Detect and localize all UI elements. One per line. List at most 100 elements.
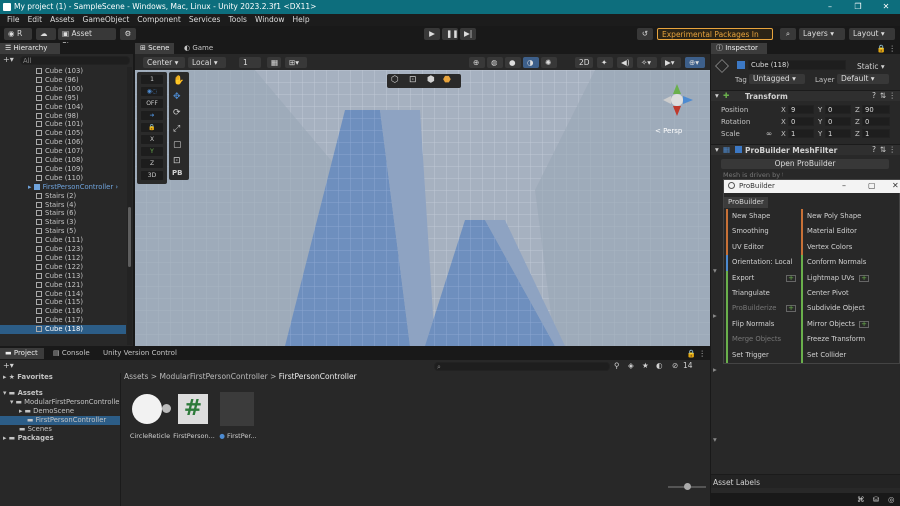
pb-action-center-pivot[interactable]: Center Pivot <box>801 286 897 302</box>
tree-item-fpc[interactable]: ▬ FirstPersonController <box>0 416 120 426</box>
expand-arrow-icon[interactable] <box>162 404 171 413</box>
move-tool-button[interactable]: ✥ <box>173 92 181 102</box>
tree-item-modular[interactable]: ▾ ▬ ModularFirstPersonControlle <box>10 398 119 407</box>
hierarchy-row[interactable]: Cube (104) <box>0 103 126 112</box>
tab-hierarchy[interactable]: ☰ Hierarchy <box>0 43 60 54</box>
help-icon[interactable]: ? <box>872 91 876 100</box>
lock-icon[interactable]: 🔒 <box>687 349 696 358</box>
pb-action-set-trigger[interactable]: Set Trigger <box>726 347 798 363</box>
hierarchy-row[interactable]: Cube (121) <box>0 281 126 290</box>
filter-type-icon[interactable]: ⚲ <box>614 361 620 370</box>
transform-header[interactable]: ▾ ✚ Transform ? ⇅ ⋮ <box>711 90 900 101</box>
breadcrumb-item[interactable]: ModularFirstPersonController <box>159 372 267 381</box>
hierarchy-row[interactable]: Stairs (4) <box>0 201 126 210</box>
pb-action-export[interactable]: Export + <box>726 270 798 286</box>
preset-icon[interactable]: ⇅ <box>880 91 886 100</box>
hierarchy-row[interactable]: Cube (96) <box>0 76 126 85</box>
hierarchy-scroll-thumb[interactable] <box>128 207 131 267</box>
effects-dropdown[interactable]: ✧▾ <box>637 57 657 68</box>
hierarchy-row[interactable]: Cube (106) <box>0 138 126 147</box>
hierarchy-row[interactable]: Cube (101) <box>0 120 126 129</box>
filter-label-icon[interactable]: ◈ <box>628 361 634 370</box>
breadcrumb-item[interactable]: FirstPersonController <box>279 372 357 381</box>
camera-dropdown[interactable]: ▶▾ <box>661 57 681 68</box>
kebab-menu-icon[interactable]: ⋮ <box>699 349 707 358</box>
hierarchy-row[interactable]: Cube (115) <box>0 298 126 307</box>
icon-size-slider[interactable] <box>668 483 706 490</box>
menu-assets[interactable]: Assets <box>46 14 78 26</box>
open-probuilder-button[interactable]: Open ProBuilder <box>721 159 889 169</box>
search-button[interactable]: ⌕ <box>780 28 796 40</box>
menu-help[interactable]: Help <box>289 14 314 26</box>
menu-edit[interactable]: Edit <box>24 14 47 26</box>
position-z-field[interactable]: 90 <box>862 105 890 114</box>
object-mode-icon[interactable]: ⬡ <box>391 75 399 85</box>
hierarchy-row[interactable]: ▸ FirstPersonController › <box>0 183 126 192</box>
preset-icon[interactable]: ⇅ <box>880 145 886 154</box>
hierarchy-row[interactable]: Stairs (3) <box>0 218 126 227</box>
scale-y-field[interactable]: 1 <box>825 129 851 138</box>
minimize-icon[interactable]: – <box>816 0 844 14</box>
component-menu-icon[interactable]: ⋮ <box>889 145 897 154</box>
pb-options-button[interactable]: + <box>786 274 796 282</box>
rect-tool-button[interactable]: ▢ <box>173 140 182 150</box>
layer-dropdown[interactable]: Default ▾ <box>837 74 889 84</box>
asset-store-button[interactable]: ▣ Asset Store ▾ <box>58 28 116 50</box>
hierarchy-search-input[interactable]: All <box>20 56 130 65</box>
pb-action-subdivide-object[interactable]: Subdivide Object <box>801 301 897 317</box>
breadcrumb-item[interactable]: Assets <box>124 372 148 381</box>
hierarchy-row[interactable]: Cube (114) <box>0 290 126 299</box>
transform-tool-button[interactable]: ⊡ <box>173 156 181 166</box>
close-icon[interactable]: ✕ <box>872 0 900 14</box>
menu-file[interactable]: File <box>3 14 24 26</box>
static-checkbox[interactable]: Static ▾ <box>857 62 885 71</box>
vertex-mode-icon[interactable]: ⊡ <box>409 75 417 85</box>
hierarchy-row[interactable]: Cube (116) <box>0 307 126 316</box>
pb-action-material-editor[interactable]: Material Editor <box>801 224 897 240</box>
pb-action-lightmap-uvs[interactable]: Lightmap UVs + <box>801 270 897 286</box>
menu-tools[interactable]: Tools <box>224 14 250 26</box>
asset-fpc-script[interactable]: # FirstPerson... <box>172 392 216 440</box>
hierarchy-row[interactable]: Cube (123) <box>0 245 126 254</box>
rotation-x-field[interactable]: 0 <box>788 117 814 126</box>
hierarchy-row[interactable]: Cube (109) <box>0 165 126 174</box>
hierarchy-row[interactable]: Cube (111) <box>0 236 126 245</box>
shading-shaded-button[interactable]: ● <box>505 57 521 68</box>
pb-action-conform-normals[interactable]: Conform Normals <box>801 255 897 271</box>
orientation-gizmo[interactable] <box>657 80 707 130</box>
layout-dropdown[interactable]: Layout ▾ <box>849 28 895 40</box>
face-mode-icon[interactable]: ⬣ <box>443 75 451 85</box>
hierarchy-row[interactable]: Stairs (2) <box>0 192 126 201</box>
pb-action-freeze-transform[interactable]: Freeze Transform <box>801 332 897 348</box>
pb-action-new-poly-shape[interactable]: New Poly Shape <box>801 209 897 225</box>
foldout-arrow-icon[interactable]: ▸ <box>713 311 717 320</box>
pb-action-probuilderize[interactable]: ProBuilderize + <box>726 301 798 317</box>
shading-wire-button[interactable]: ◍ <box>487 57 503 68</box>
hierarchy-row[interactable]: Stairs (6) <box>0 209 126 218</box>
rotation-y-field[interactable]: 0 <box>825 117 851 126</box>
close-icon[interactable]: ✕ <box>892 181 899 190</box>
hierarchy-row[interactable]: Cube (117) <box>0 316 126 325</box>
object-name-field[interactable]: Cube (118) <box>748 60 846 70</box>
hidden-packages-icon[interactable]: ◐ <box>656 361 663 370</box>
meshfilter-header[interactable]: ▾ ▦ ProBuilder MeshFilter ? ⇅ ⋮ <box>711 144 900 155</box>
menu-window[interactable]: Window <box>251 14 289 26</box>
scale-z-field[interactable]: 1 <box>862 129 890 138</box>
scale-x-field[interactable]: 1 <box>788 129 814 138</box>
foldout-arrow-icon[interactable]: ▾ <box>713 266 717 275</box>
progress-icon[interactable]: ◎ <box>888 495 895 504</box>
hierarchy-row[interactable]: Cube (108) <box>0 156 126 165</box>
network-icon[interactable]: ⌘ <box>857 495 865 504</box>
project-search-input[interactable]: ⌕ <box>434 362 610 371</box>
asset-labels-bar[interactable]: Asset Labels <box>711 474 900 488</box>
space-dropdown[interactable]: Local ▾ <box>188 57 226 68</box>
edge-mode-icon[interactable]: ⬢ <box>427 75 435 85</box>
hierarchy-row[interactable]: Cube (122) <box>0 263 126 272</box>
pb-axis-x-button[interactable]: X <box>141 135 163 144</box>
restore-icon[interactable]: ▢ <box>868 181 876 190</box>
pb-select-mode-button[interactable]: ➜ <box>141 111 163 120</box>
hand-tool-button[interactable]: ✋ <box>173 76 184 86</box>
render-mode-button[interactable]: ✺ <box>541 57 557 68</box>
hierarchy-row[interactable]: Cube (98) <box>0 112 126 121</box>
tab-console[interactable]: ▤ Console <box>48 348 95 359</box>
